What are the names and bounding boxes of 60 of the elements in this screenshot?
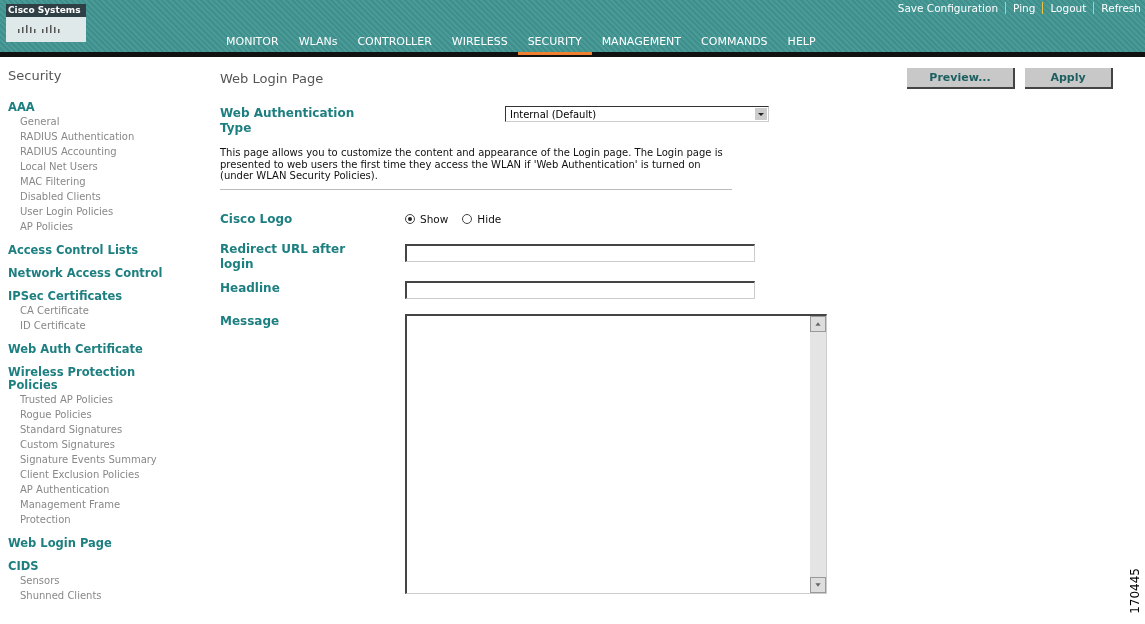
sidebar-item[interactable]: Client Exclusion Policies: [8, 467, 173, 482]
field-label: Cisco Logo: [220, 211, 294, 227]
action-button[interactable]: Preview...: [907, 68, 1015, 89]
nav-tab[interactable]: MANAGEMENT: [591, 35, 692, 55]
sidebar-item[interactable]: Disabled Clients: [8, 189, 173, 204]
sidebar-item[interactable]: RADIUS Authentication: [8, 129, 173, 144]
sidebar-item[interactable]: Management Frame Protection: [8, 497, 173, 527]
nav-tab[interactable]: WIRELESS: [441, 35, 518, 55]
sidebar-section[interactable]: Access Control Lists: [8, 244, 178, 257]
sidebar-item[interactable]: Shunned Clients: [8, 588, 173, 603]
sidebar-item[interactable]: General: [8, 114, 173, 129]
sidebar-item[interactable]: Trusted AP Policies: [8, 392, 173, 407]
sidebar-item[interactable]: Standard Signatures: [8, 422, 173, 437]
scroll-up-icon[interactable]: [810, 315, 826, 332]
sidebar-item[interactable]: AP Policies: [8, 219, 173, 234]
sidebar-item[interactable]: Custom Signatures: [8, 437, 173, 452]
sidebar-section[interactable]: Wireless Protection Policies: [8, 366, 178, 392]
nav-tab[interactable]: WLANs: [288, 35, 348, 55]
bridge-icon: [18, 23, 62, 33]
nav-tab[interactable]: CONTROLLER: [347, 35, 442, 55]
sidebar-item[interactable]: User Login Policies: [8, 204, 173, 219]
sidebar-item[interactable]: Rogue Policies: [8, 407, 173, 422]
header-link[interactable]: Save Configuration: [897, 2, 999, 14]
sidebar-title: Security: [8, 68, 63, 83]
sidebar-item[interactable]: Signature Events Summary: [8, 452, 173, 467]
figure-number: 170445: [1128, 568, 1142, 614]
sidebar-section[interactable]: Network Access Control: [8, 267, 178, 280]
input-field[interactable]: [405, 243, 755, 262]
input-field[interactable]: [405, 280, 755, 299]
nav-tab[interactable]: MONITOR: [216, 35, 289, 55]
sidebar-item[interactable]: Local Net Users: [8, 159, 173, 174]
header-link[interactable]: Logout: [1042, 2, 1087, 14]
sidebar-section[interactable]: IPSec Certificates: [8, 290, 178, 303]
description: This page allows you to customize the content and appearance of the Login page. The Login page is presented to web users the first time they access the WLAN if 'Web Authentication' is turned on (under WLAN Security Policies).: [220, 147, 724, 182]
field-label: Redirect URL after login: [220, 241, 347, 272]
sidebar-item[interactable]: MAC Filtering: [8, 174, 173, 189]
field-label: Web Authentication Type: [220, 106, 356, 136]
sidebar-item[interactable]: AP Authentication: [8, 482, 173, 497]
sidebar-item[interactable]: ID Certificate: [8, 318, 173, 333]
sidebar-item[interactable]: Sensors: [8, 573, 173, 588]
sidebar-section[interactable]: Web Login Page: [8, 537, 178, 550]
radio-label: Show: [420, 213, 449, 225]
sidebar-item[interactable]: RADIUS Accounting: [8, 144, 173, 159]
action-button[interactable]: Apply: [1025, 68, 1113, 89]
logo-text: Cisco Systems: [7, 4, 82, 17]
scroll-down-icon[interactable]: [810, 576, 826, 593]
page-title: Web Login Page: [220, 71, 324, 86]
radio-label: Hide: [477, 213, 502, 225]
sidebar-section[interactable]: AAA: [8, 101, 178, 114]
auth-type-select[interactable]: Internal (Default): [505, 106, 769, 122]
sidebar-section[interactable]: CIDS: [8, 560, 178, 573]
header-link[interactable]: Refresh: [1093, 2, 1141, 14]
nav-tab[interactable]: HELP: [777, 35, 826, 55]
field-label: Message: [220, 313, 281, 329]
nav-tab[interactable]: COMMANDS: [691, 35, 778, 55]
sidebar-section[interactable]: Web Auth Certificate: [8, 343, 178, 356]
header-link[interactable]: Ping: [1005, 2, 1036, 14]
field-label: Headline: [220, 280, 281, 296]
sidebar-item[interactable]: CA Certificate: [8, 303, 173, 318]
caret-icon: [755, 108, 767, 120]
